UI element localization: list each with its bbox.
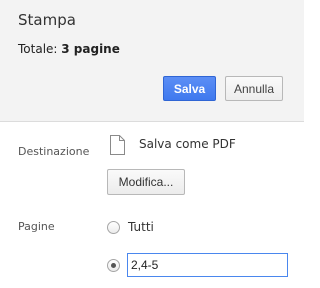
- destination-label: Destinazione: [18, 145, 90, 158]
- total-value: 3 pagine: [61, 42, 120, 56]
- pages-label: Pagine: [18, 220, 55, 233]
- document-icon: [110, 135, 125, 155]
- dialog-title: Stampa: [18, 11, 76, 29]
- destination-name: Salva come PDF: [139, 137, 236, 151]
- pages-all-label[interactable]: Tutti: [128, 220, 154, 234]
- pages-all-radio[interactable]: [107, 221, 120, 234]
- total-label: Totale:: [18, 42, 62, 56]
- pages-custom-radio[interactable]: [107, 259, 120, 272]
- cancel-button[interactable]: Annulla: [225, 76, 283, 101]
- save-button[interactable]: Salva: [163, 76, 216, 101]
- total-pages: Totale: 3 pagine: [18, 42, 120, 56]
- change-destination-button[interactable]: Modifica...: [107, 169, 185, 195]
- pages-range-input[interactable]: [127, 253, 288, 277]
- print-header: Stampa Totale: 3 pagine Salva Annulla: [0, 0, 304, 122]
